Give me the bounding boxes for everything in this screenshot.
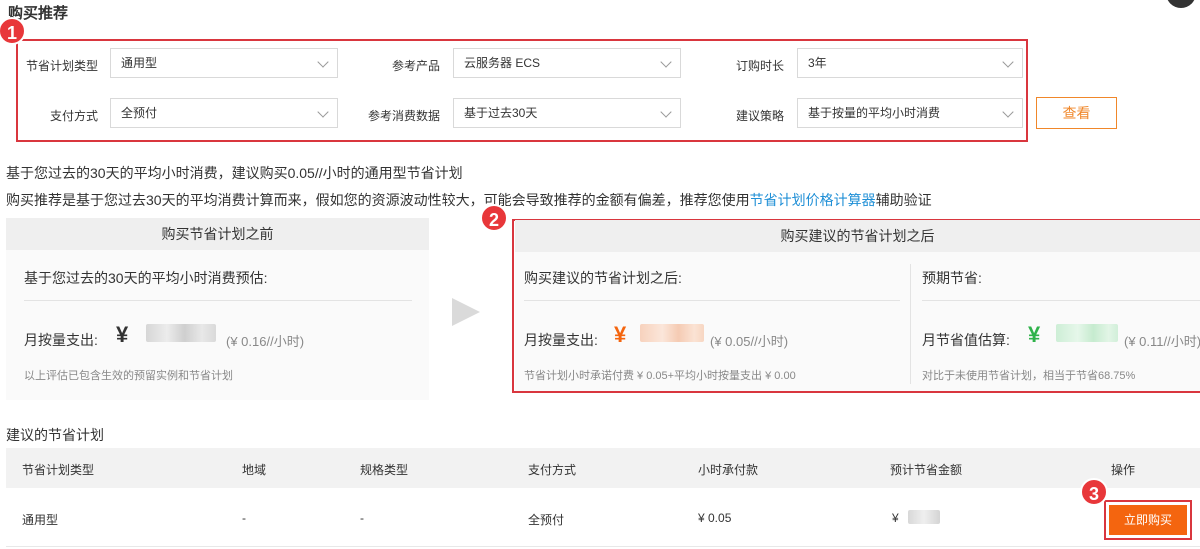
payment-label: 支付方式 [49, 109, 98, 123]
savings-label: 月节省值估算: [922, 332, 1010, 348]
savings-amount-redacted [1056, 324, 1118, 342]
chevron-down-icon [1002, 56, 1014, 68]
callout-badge-3: 3 [1080, 478, 1108, 506]
chevron-down-icon [317, 56, 329, 68]
view-button[interactable]: 查看 [1036, 97, 1117, 129]
recommendation-disclaimer: 购买推荐是基于您过去30天的平均消费计算而来，假如您的资源波动性较大，可能会导致… [6, 190, 932, 210]
table-header [6, 448, 1200, 488]
chevron-down-icon [660, 56, 672, 68]
savings-hourly-rate: (¥ 0.11//小时) [1124, 334, 1200, 349]
product-value: 云服务器 ECS [464, 56, 541, 70]
duration-select[interactable]: 3年 [797, 48, 1023, 78]
plan-type-value: 通用型 [121, 56, 158, 70]
cell-savings-redacted [908, 510, 940, 524]
divider [922, 300, 1200, 301]
cell-plan-type: 通用型 [22, 513, 59, 527]
savings-note: 对比于未使用节省计划，相当于节省68.75% [922, 370, 1136, 382]
column-header: 支付方式 [528, 463, 577, 477]
before-panel-note: 以上评估已包含生效的预留实例和节省计划 [24, 370, 233, 382]
cell-region: - [242, 511, 246, 525]
recommendation-summary: 基于您过去的30天的平均小时消费，建议购买0.05//小时的通用型节省计划 [6, 165, 463, 181]
column-header: 操作 [1111, 463, 1136, 477]
cell-hourly: ¥ 0.05 [698, 511, 732, 525]
product-select[interactable]: 云服务器 ECS [453, 48, 681, 78]
after-monthly-label: 月按量支出: [524, 332, 598, 348]
recommended-section-title: 建议的节省计划 [6, 427, 104, 443]
consumption-data-label: 参考消费数据 [367, 109, 440, 123]
consumption-data-value: 基于过去30天 [464, 106, 538, 120]
chevron-down-icon [660, 106, 672, 118]
column-header: 预计节省金额 [890, 463, 963, 477]
close-icon[interactable] [1166, 0, 1196, 8]
buy-now-button[interactable]: 立即购买 [1109, 505, 1187, 535]
chevron-down-icon [317, 106, 329, 118]
duration-label: 订购时长 [735, 59, 784, 73]
after-currency: ¥ [614, 322, 627, 347]
price-calculator-link[interactable]: 节省计划价格计算器 [750, 192, 876, 208]
column-header: 节省计划类型 [22, 463, 95, 477]
cell-savings-currency: ¥ [892, 511, 899, 525]
divider [910, 264, 911, 384]
chevron-down-icon [1002, 106, 1014, 118]
product-label: 参考产品 [391, 59, 440, 73]
plan-type-select[interactable]: 通用型 [110, 48, 338, 78]
disclaimer-suffix: 辅助验证 [875, 192, 932, 208]
divider [24, 300, 412, 301]
column-header: 小时承付款 [698, 463, 759, 477]
cell-spec: - [360, 511, 364, 525]
before-currency: ¥ [116, 322, 129, 347]
consumption-data-select[interactable]: 基于过去30天 [453, 98, 681, 128]
after-panel-header: 购买建议的节省计划之后 [515, 220, 1200, 252]
disclaimer-text: 购买推荐是基于您过去30天的平均消费计算而来，假如您的资源波动性较大，可能会导致… [6, 192, 750, 208]
callout-badge-2: 2 [480, 204, 508, 232]
after-hourly-rate: (¥ 0.05//小时) [710, 334, 789, 349]
strategy-value: 基于按量的平均小时消费 [808, 106, 941, 120]
after-amount-redacted [640, 324, 704, 342]
column-header: 地域 [242, 463, 267, 477]
savings-subtitle: 预期节省: [922, 270, 982, 286]
before-panel-header: 购买节省计划之前 [6, 218, 429, 250]
duration-value: 3年 [808, 56, 827, 70]
row-divider [6, 546, 1200, 547]
arrow-right-icon [452, 298, 480, 326]
cell-payment: 全预付 [528, 513, 565, 527]
savings-currency: ¥ [1028, 322, 1041, 347]
before-hourly-rate: (¥ 0.16//小时) [226, 334, 305, 349]
after-panel-note: 节省计划小时承诺付费 ¥ 0.05+平均小时按量支出 ¥ 0.00 [524, 370, 796, 382]
before-monthly-label: 月按量支出: [24, 332, 98, 348]
column-header: 规格类型 [360, 463, 409, 477]
payment-select[interactable]: 全预付 [110, 98, 338, 128]
before-amount-redacted [146, 324, 216, 342]
strategy-select[interactable]: 基于按量的平均小时消费 [797, 98, 1023, 128]
strategy-label: 建议策略 [735, 109, 784, 123]
divider [524, 300, 900, 301]
before-panel-subtitle: 基于您过去的30天的平均小时消费预估: [24, 270, 268, 286]
after-panel-subtitle: 购买建议的节省计划之后: [524, 270, 682, 286]
plan-type-label: 节省计划类型 [25, 59, 98, 73]
payment-value: 全预付 [121, 106, 158, 120]
